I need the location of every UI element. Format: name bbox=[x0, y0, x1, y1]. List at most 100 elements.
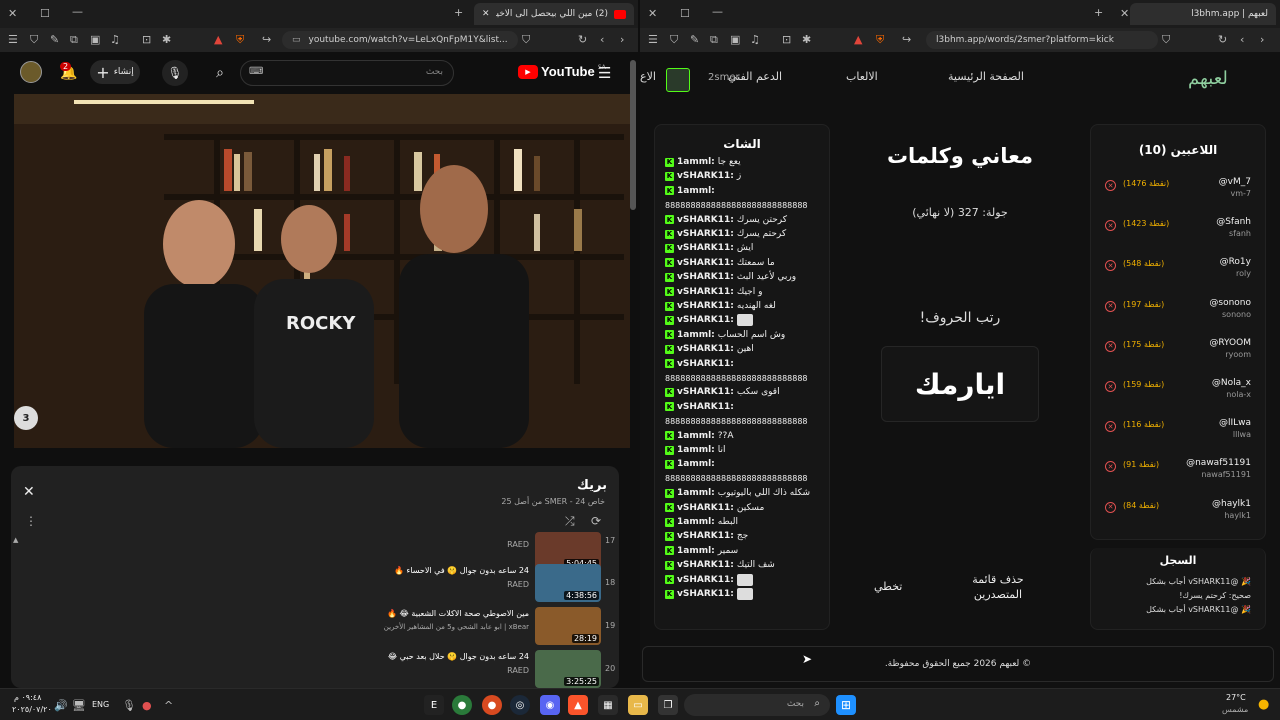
brave-icon[interactable]: ▲ bbox=[568, 695, 588, 715]
shield-icon[interactable]: ⛉ bbox=[30, 33, 38, 47]
chat-username[interactable]: 1amml: bbox=[677, 445, 715, 455]
search-button[interactable]: ⌕ bbox=[200, 60, 240, 86]
user-avatar[interactable] bbox=[666, 68, 690, 92]
chat-username[interactable]: 1amml: bbox=[677, 431, 715, 441]
tabs-icon[interactable]: ⧉ bbox=[710, 33, 718, 47]
loop-icon[interactable]: ⟳ bbox=[591, 514, 601, 528]
extension-icon[interactable]: ✎ bbox=[690, 33, 699, 46]
screenshot-icon[interactable]: ⊡ bbox=[782, 33, 791, 46]
create-button[interactable]: + إنشاء bbox=[90, 60, 140, 84]
chat-username[interactable]: vSHARK11: bbox=[677, 359, 734, 369]
back-icon[interactable]: ‹ bbox=[1240, 33, 1244, 46]
chat-username[interactable]: vSHARK11: bbox=[677, 301, 734, 311]
site-logo[interactable]: لعبهم bbox=[1188, 68, 1228, 89]
tab-youtube[interactable]: (2) مين اللي بيحصل الى الاخير؟ ✕ bbox=[474, 3, 634, 25]
nav-games[interactable]: الالعاب bbox=[846, 70, 878, 83]
firefox-icon[interactable]: ● bbox=[482, 695, 502, 715]
app-tray-icon[interactable]: ● bbox=[142, 699, 152, 712]
close-tab-icon[interactable]: ✕ bbox=[482, 9, 490, 19]
chat-username[interactable]: vSHARK11: bbox=[677, 229, 734, 239]
close-playlist-icon[interactable]: ✕ bbox=[23, 484, 35, 500]
network-icon[interactable]: 🖥 bbox=[72, 699, 86, 712]
minimize-window-icon[interactable]: — bbox=[712, 5, 723, 18]
chat-username[interactable]: vSHARK11: bbox=[677, 315, 734, 325]
clear-leaderboard-button[interactable]: حذف قائمة المتصدرين bbox=[962, 572, 1034, 602]
list-item[interactable]: 20 3:25:25 24 ساعه بدون جوال 🤫 حلال بعد … bbox=[11, 650, 619, 688]
extension-icon[interactable]: ✎ bbox=[50, 33, 59, 46]
volume-icon[interactable]: 🔊 bbox=[54, 699, 68, 712]
chat-username[interactable]: vSHARK11: bbox=[677, 402, 734, 412]
remove-player-icon[interactable]: ✕ bbox=[1105, 340, 1116, 352]
puzzle-icon[interactable]: ✱ bbox=[802, 33, 811, 46]
left-address-bar[interactable]: ▭ youtube.com/watch?v=LeLxQnFpM1Y&list..… bbox=[282, 31, 518, 49]
chat-username[interactable]: vSHARK11: bbox=[677, 243, 734, 253]
avatar[interactable] bbox=[20, 61, 42, 83]
chat-username[interactable]: 1amml: bbox=[677, 157, 715, 167]
weather-sun-icon[interactable]: ● bbox=[1258, 697, 1269, 712]
task-view-icon[interactable]: ❐ bbox=[658, 695, 678, 715]
bookmark-icon[interactable]: ⛉ bbox=[1162, 33, 1170, 47]
store-icon[interactable]: ▦ bbox=[598, 695, 618, 715]
youtube-logo[interactable]: ▶ YouTube SA bbox=[518, 64, 606, 79]
music-icon[interactable]: ♫ bbox=[110, 33, 120, 46]
menu-icon[interactable]: ☰ bbox=[8, 33, 18, 46]
screenshot-icon[interactable]: ⊡ bbox=[142, 33, 151, 46]
back-icon[interactable]: ‹ bbox=[600, 33, 604, 46]
chat-username[interactable]: vSHARK11: bbox=[677, 344, 734, 354]
chat-username[interactable]: vSHARK11: bbox=[677, 215, 734, 225]
remove-player-icon[interactable]: ✕ bbox=[1105, 220, 1116, 232]
chat-username[interactable]: 1amml: bbox=[677, 488, 715, 498]
share-icon[interactable]: ↪ bbox=[902, 33, 911, 46]
voice-search-button[interactable]: 🎙 bbox=[162, 60, 188, 86]
sidebar-icon[interactable]: ▣ bbox=[90, 33, 100, 46]
close-tab-icon[interactable]: ✕ bbox=[1120, 7, 1129, 20]
forward-icon[interactable]: › bbox=[620, 33, 624, 46]
remove-player-icon[interactable]: ✕ bbox=[1105, 180, 1116, 191]
reload-icon[interactable]: ↻ bbox=[578, 33, 587, 46]
weather-desc[interactable]: مشمس bbox=[1222, 705, 1248, 714]
chat-message-list[interactable]: K 1amml: يعع جا KvSHARK11: ز K 1amml: 888888888… bbox=[655, 155, 831, 625]
shuffle-icon[interactable]: ⤮ bbox=[565, 514, 575, 529]
rewards-icon[interactable]: ▲ bbox=[214, 33, 222, 46]
remove-player-icon[interactable]: ✕ bbox=[1105, 300, 1116, 312]
weather-temp[interactable]: 27°C bbox=[1226, 693, 1246, 702]
epic-games-icon[interactable]: E bbox=[424, 695, 444, 715]
puzzle-icon[interactable]: ✱ bbox=[162, 33, 171, 46]
rewards-icon[interactable]: ▲ bbox=[854, 33, 862, 46]
close-window-icon[interactable]: ✕ bbox=[648, 7, 657, 20]
taskbar-search-input[interactable]: ⌕ بحث bbox=[684, 694, 830, 716]
chat-username[interactable]: vSHARK11: bbox=[677, 531, 734, 541]
skip-button[interactable]: تخطي bbox=[874, 580, 902, 593]
close-window-icon[interactable]: ✕ bbox=[8, 7, 17, 20]
tab-l3bhm[interactable]: لعبهم | l3bhm.app bbox=[1130, 3, 1276, 25]
chat-username[interactable]: 1amml: bbox=[677, 546, 715, 556]
nav-home[interactable]: الصفحة الرئيسية bbox=[948, 70, 1024, 83]
start-menu-icon[interactable]: ⊞ bbox=[836, 695, 856, 715]
chat-username[interactable]: vSHARK11: bbox=[677, 589, 734, 599]
guide-menu-icon[interactable]: ☰ bbox=[598, 64, 611, 82]
chat-username[interactable]: vSHARK11: bbox=[677, 560, 734, 570]
remove-player-icon[interactable]: ✕ bbox=[1105, 421, 1116, 433]
menu-icon[interactable]: ☰ bbox=[648, 33, 658, 46]
remove-player-icon[interactable]: ✕ bbox=[1105, 461, 1116, 473]
bookmark-icon[interactable]: ⛉ bbox=[522, 33, 530, 47]
video-player[interactable]: ROCKY 3 bbox=[14, 94, 630, 448]
brave-shield-icon[interactable]: ⛨ bbox=[876, 33, 884, 47]
remove-player-icon[interactable]: ✕ bbox=[1105, 260, 1116, 272]
shield-icon[interactable]: ⛉ bbox=[670, 33, 678, 47]
forward-icon[interactable]: › bbox=[1260, 33, 1264, 46]
chat-username[interactable]: vSHARK11: bbox=[677, 287, 734, 297]
maximize-window-icon[interactable]: ☐ bbox=[680, 7, 690, 20]
search-input[interactable]: ⌨ بحث bbox=[240, 60, 454, 86]
new-tab-icon[interactable]: + bbox=[454, 6, 463, 19]
music-icon[interactable]: ♫ bbox=[750, 33, 760, 46]
brave-shield-icon[interactable]: ⛨ bbox=[236, 33, 244, 47]
minimize-window-icon[interactable]: — bbox=[72, 5, 83, 18]
sidebar-icon[interactable]: ▣ bbox=[730, 33, 740, 46]
clock-date[interactable]: ٢٠٢٥/٠٧/٢٠ bbox=[12, 705, 52, 714]
discord-icon[interactable]: ◉ bbox=[540, 695, 560, 715]
chat-username[interactable]: vSHARK11: bbox=[677, 387, 734, 397]
remove-player-icon[interactable]: ✕ bbox=[1105, 381, 1116, 392]
list-item[interactable]: 19 28:19 مين الاصوطي صحة الاكلات الشعبية… bbox=[11, 607, 619, 647]
chat-username[interactable]: 1amml: bbox=[677, 459, 715, 469]
